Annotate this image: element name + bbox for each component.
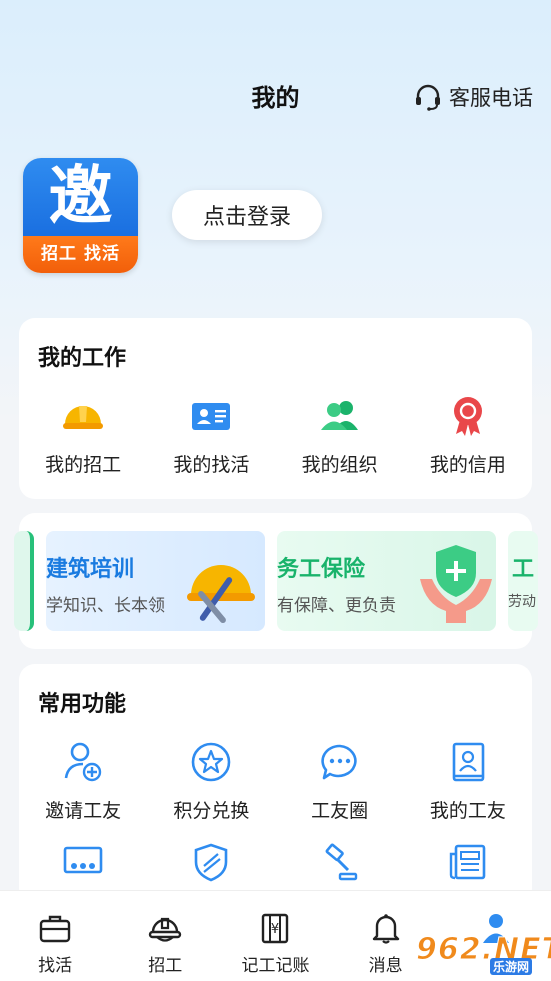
chat-bubbles-icon <box>318 740 362 784</box>
my-work-card: 我的工作 我的招工 我的找活 我的组织 我的信用 <box>19 318 532 499</box>
briefcase-icon <box>38 911 72 945</box>
news-item[interactable] <box>404 840 532 884</box>
medal-icon <box>446 394 490 438</box>
my-organization-item[interactable]: 我的组织 <box>276 394 404 477</box>
banner-subtitle: 有保障、更负责 <box>277 596 396 616</box>
banner-work-insurance[interactable]: 务工保险 有保障、更负责 <box>277 531 496 631</box>
customer-service-label: 客服电话 <box>449 86 533 110</box>
tab-label: 消息 <box>368 956 403 976</box>
my-recruit-item[interactable]: 我的招工 <box>19 394 147 477</box>
site-watermark: 962.NET 乐游网 <box>415 932 551 975</box>
safety-item[interactable] <box>147 840 275 884</box>
banner-title: 工 <box>512 557 535 582</box>
banner-subtitle: 劳动 <box>508 594 536 610</box>
invite-user-icon <box>61 740 105 784</box>
bell-icon <box>369 911 403 945</box>
worker-circle-item[interactable]: 工友圈 <box>276 740 404 823</box>
points-exchange-label: 积分兑换 <box>173 800 250 822</box>
login-button[interactable]: 点击登录 <box>172 190 322 240</box>
app-logo: 邀 招工 找活 <box>23 158 138 273</box>
points-exchange-item[interactable]: 积分兑换 <box>147 740 275 823</box>
svg-text:¥: ¥ <box>271 922 279 937</box>
tab-label: 找活 <box>38 956 73 976</box>
hardhat-icon <box>148 911 182 945</box>
header: 我的 客服电话 <box>0 0 551 140</box>
logo-tagline: 招工 找活 <box>23 236 138 273</box>
my-work-title: 我的工作 <box>38 346 127 371</box>
headset-icon <box>416 84 440 111</box>
group-icon <box>318 394 362 438</box>
contacts-book-icon <box>446 740 490 784</box>
tab-label: 记工记账 <box>241 956 310 976</box>
star-badge-icon <box>189 740 233 784</box>
logo-char: 邀 <box>48 160 113 234</box>
newspaper-icon <box>446 840 490 884</box>
legal-item[interactable] <box>276 840 404 884</box>
my-job-search-item[interactable]: 我的找活 <box>147 394 275 477</box>
banner-carousel: 建筑培训 学知识、长本领 务工保险 有保障、更负责 工 劳动 <box>14 513 538 649</box>
my-credit-label: 我的信用 <box>429 454 506 476</box>
common-functions-title: 常用功能 <box>38 692 127 717</box>
watermark-sub: 乐游网 <box>490 958 533 975</box>
customer-service-button[interactable]: 客服电话 <box>413 82 533 112</box>
my-workmates-label: 我的工友 <box>429 800 506 822</box>
my-workmates-item[interactable]: 我的工友 <box>404 740 532 823</box>
my-recruit-label: 我的招工 <box>45 454 122 476</box>
meeting-item[interactable] <box>19 840 147 884</box>
banner-subtitle: 学知识、长本领 <box>46 596 165 616</box>
tab-label: 招工 <box>148 956 183 976</box>
worker-circle-label: 工友圈 <box>311 800 369 822</box>
common-functions-card: 常用功能 邀请工友 积分兑换 工友圈 我的工友 <box>19 664 532 904</box>
hardhat-tools-icon <box>187 565 255 624</box>
tab-find-work[interactable]: 找活 <box>0 891 110 981</box>
tab-recruit[interactable]: 招工 <box>110 891 220 981</box>
my-organization-label: 我的组织 <box>301 454 378 476</box>
tab-work-ledger[interactable]: ¥ 记工记账 <box>220 891 330 981</box>
meeting-icon <box>61 840 105 884</box>
banner-partial-left[interactable] <box>14 531 34 631</box>
shield-icon <box>189 840 233 884</box>
banner-partial-right[interactable]: 工 劳动 <box>508 531 538 631</box>
helmet-icon <box>61 394 105 438</box>
invite-workers-label: 邀请工友 <box>45 800 122 822</box>
invite-workers-item[interactable]: 邀请工友 <box>19 740 147 823</box>
ledger-icon: ¥ <box>258 911 292 945</box>
banner-title: 建筑培训 <box>46 557 135 582</box>
id-card-icon <box>189 394 233 438</box>
my-credit-item[interactable]: 我的信用 <box>404 394 532 477</box>
banner-title: 务工保险 <box>277 557 366 582</box>
banner-construction-training[interactable]: 建筑培训 学知识、长本领 <box>46 531 265 631</box>
insurance-hands-icon <box>420 545 492 623</box>
gavel-icon <box>318 840 362 884</box>
my-job-search-label: 我的找活 <box>173 454 250 476</box>
